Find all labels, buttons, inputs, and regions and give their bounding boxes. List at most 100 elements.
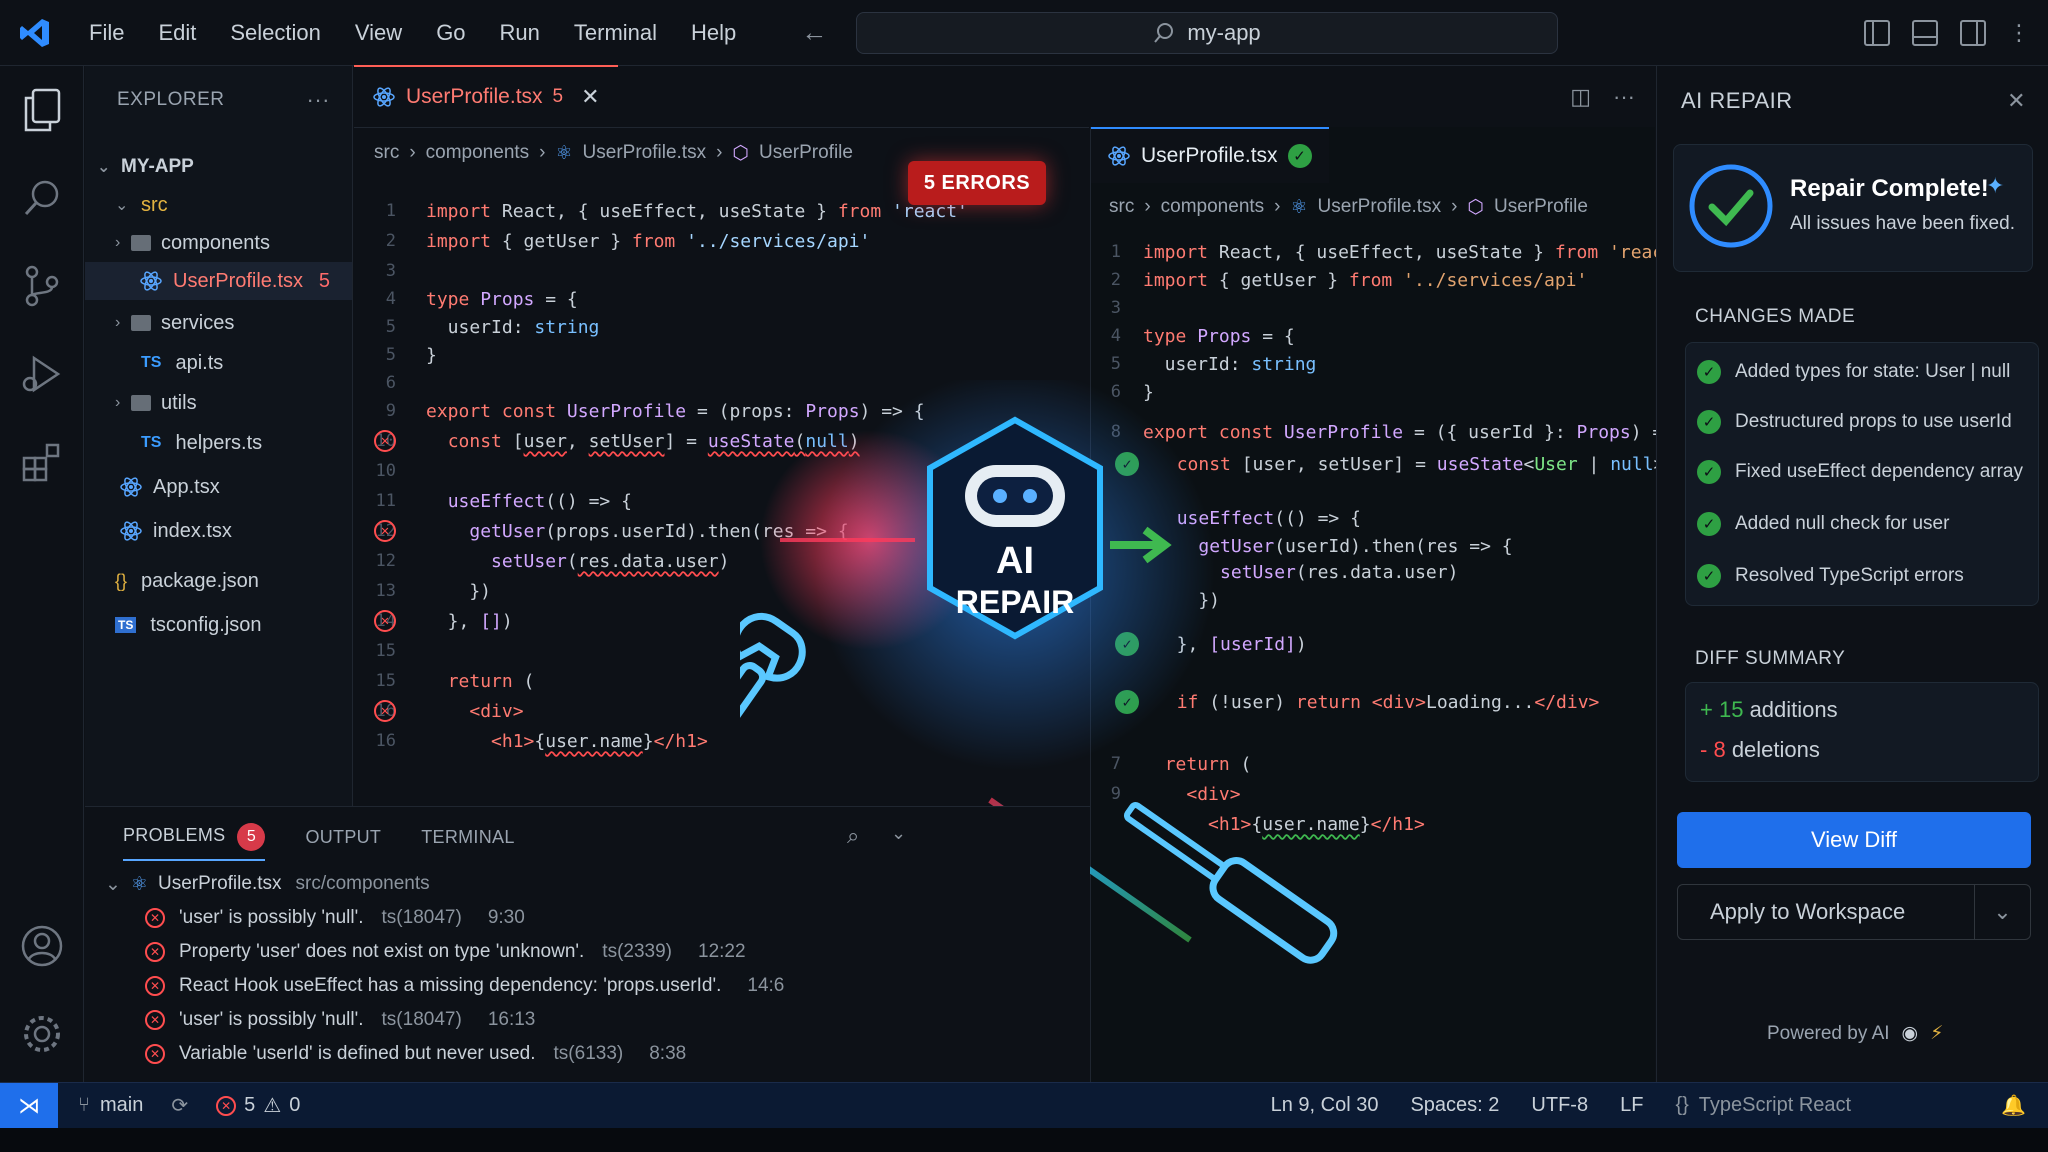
close-icon[interactable]: ✕ [581,84,599,110]
error-icon: ✕ [145,1010,165,1030]
error-icon[interactable]: ✕ [374,700,396,722]
tree-item-index[interactable]: index.tsx [85,512,352,550]
ai-panel-title: AI REPAIR [1681,88,1793,113]
tree-root[interactable]: ⌄ MY-APP [85,148,352,186]
tree-item-helpers[interactable]: TS helpers.ts [85,424,352,462]
explorer-files-icon[interactable] [18,86,66,134]
menu-terminal[interactable]: Terminal [557,0,674,66]
run-debug-icon[interactable] [18,350,66,398]
menu-bar: File Edit Selection View Go Run Terminal… [72,0,753,66]
line-number: 1 [385,201,396,221]
toggle-primary-sidebar-icon[interactable] [1864,20,1890,46]
breadcrumb-item[interactable]: UserProfile.tsx [1318,196,1442,218]
tab-output[interactable]: OUTPUT [305,827,381,848]
problem-item[interactable]: ✕ 'user' is possibly 'null'. ts(18047) 16:1… [145,1003,535,1037]
chevron-right-icon: › [115,314,121,331]
chevron-down-icon[interactable]: ⌄ [891,823,906,844]
split-editor-icon[interactable]: ◫ [1570,84,1591,110]
check-icon: ✓ [1697,410,1721,434]
encoding[interactable]: UTF-8 [1531,1094,1588,1117]
problems-indicator[interactable]: ✕ 5 ⚠ 0 [216,1093,300,1118]
apply-to-workspace-button[interactable]: Apply to Workspace ⌄ [1677,884,2031,940]
problems-file-group[interactable]: ⌄ ⚛ UserProfile.tsx src/components [105,867,430,901]
command-center-search[interactable]: my-app [856,12,1558,54]
menu-run[interactable]: Run [483,0,557,66]
code-line: 5 userId: string [354,312,600,342]
view-diff-button[interactable]: View Diff [1677,812,2031,868]
line-number: 13 [375,581,396,601]
breadcrumb-item[interactable]: src [374,142,399,164]
more-actions-icon[interactable]: ··· [307,87,330,113]
problem-item[interactable]: ✕ 'user' is possibly 'null'. ts(18047) 9:30 [145,901,525,935]
notifications-bell-icon[interactable]: 🔔 [2001,1093,2026,1118]
line-number: 9 [385,401,396,421]
chevron-down-icon[interactable]: ⌄ [1974,885,2030,939]
tab-userprofile[interactable]: UserProfile.tsx 5 ✕ [354,65,618,127]
error-icon[interactable]: ✕ [374,610,396,632]
sync-icon[interactable]: ⟳ [171,1093,188,1118]
problem-item[interactable]: ✕ Property 'user' does not exist on type … [145,935,746,969]
search-icon[interactable] [18,174,66,222]
breadcrumb-item[interactable]: UserProfile.tsx [583,142,707,164]
problem-item[interactable]: ✕ React Hook useEffect has a missing depe… [145,969,784,1003]
code-line: 16 <h1>{user.name}</h1> [354,726,708,756]
tree-item-userprofile[interactable]: UserProfile.tsx 5 [85,262,352,300]
folder-icon [131,235,151,251]
menu-go[interactable]: Go [419,0,482,66]
account-icon[interactable] [18,922,66,970]
menu-selection[interactable]: Selection [213,0,338,66]
more-actions-icon[interactable]: ··· [1613,84,1635,110]
breadcrumb-item[interactable]: UserProfile [1494,196,1588,218]
toggle-secondary-sidebar-icon[interactable] [1960,20,1986,46]
filter-search-icon[interactable]: ⌕ [847,823,860,849]
chevron-right-icon: › [115,234,121,251]
error-icon[interactable]: ✕ [374,520,396,542]
problem-item[interactable]: ✕ Variable 'userId' is defined but never … [145,1037,686,1071]
source-control-icon[interactable] [18,262,66,310]
problem-message: 'user' is possibly 'null'. [179,907,364,928]
deletions-label: deletions [1731,737,1820,762]
breadcrumb-item[interactable]: src [1109,196,1134,218]
indentation[interactable]: Spaces: 2 [1410,1094,1499,1117]
tree-item-api[interactable]: TS api.ts [85,344,352,382]
breadcrumb-item[interactable]: components [1161,196,1265,218]
back-arrow-icon[interactable]: ← [801,17,827,48]
error-icon[interactable]: ✕ [374,430,396,452]
line-ending[interactable]: LF [1620,1094,1643,1117]
remote-indicator-icon[interactable]: ⋊ [0,1082,58,1129]
menu-edit[interactable]: Edit [141,0,213,66]
tree-item-src[interactable]: ⌄ src [85,186,352,224]
tree-item-tsconfig[interactable]: TS tsconfig.json [85,606,352,644]
close-icon[interactable]: ✕ [2007,88,2026,114]
code-area-original[interactable]: 1 import React, { useEffect, useState } f… [354,184,1089,784]
settings-gear-icon[interactable] [18,1010,66,1058]
more-actions-icon[interactable]: ⋮ [2008,20,2030,46]
chevron-right-icon: › [1144,196,1151,217]
cursor-position[interactable]: Ln 9, Col 30 [1271,1094,1379,1117]
tree-item-services[interactable]: › services [85,304,352,342]
problem-code: ts(18047) [381,907,462,928]
tab-terminal[interactable]: TERMINAL [421,827,514,848]
branch-indicator[interactable]: ⑂ main [78,1094,143,1117]
line-number: 4 [385,289,396,309]
breadcrumb-item[interactable]: components [426,142,530,164]
menu-file[interactable]: File [72,0,141,66]
toggle-panel-icon[interactable] [1912,20,1938,46]
tab-problems[interactable]: PROBLEMS 5 [123,823,266,861]
tree-item-utils[interactable]: › utils [85,384,352,422]
check-icon: ✓ [1697,360,1721,384]
code-line: 1 import React, { useEffect, useState } f… [354,196,968,226]
tree-item-components[interactable]: › components [85,224,352,262]
problems-file-name: UserProfile.tsx [157,873,282,894]
tree-item-app[interactable]: App.tsx [85,468,352,506]
error-count-badge: 5 [318,269,330,292]
menu-help[interactable]: Help [674,0,753,66]
extensions-icon[interactable] [18,438,66,486]
breadcrumb-item[interactable]: UserProfile [759,142,853,164]
tree-item-package-json[interactable]: {} package.json [85,562,352,600]
deletions-row: - 8 deletions [1700,737,1820,763]
tab-userprofile-repaired[interactable]: UserProfile.tsx ✓ [1091,127,1329,183]
code-area-repaired[interactable]: 1 import React, { useEffect, useState } f… [1091,231,1730,951]
language-mode[interactable]: {} TypeScript React [1675,1094,1851,1117]
menu-view[interactable]: View [338,0,419,66]
